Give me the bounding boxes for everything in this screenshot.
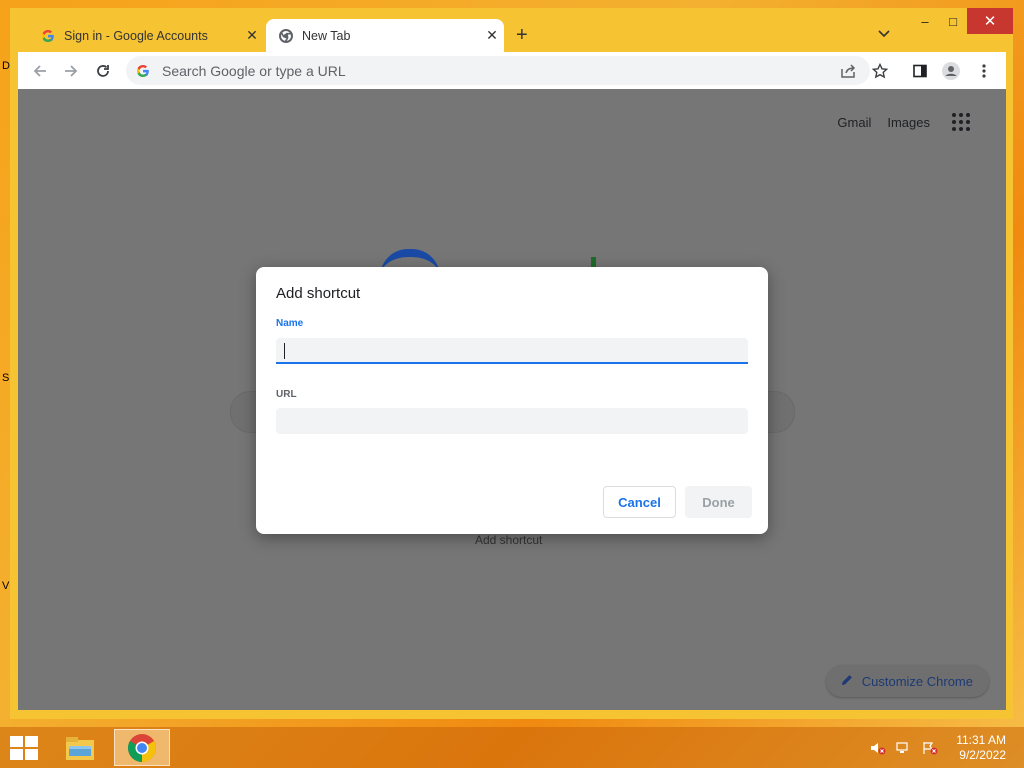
ntp-top-links: Gmail Images: [837, 113, 970, 131]
url-field-label: URL: [276, 389, 297, 400]
system-tray: [870, 741, 938, 755]
speaker-muted-icon[interactable]: [870, 741, 886, 755]
dialog-title: Add shortcut: [276, 285, 361, 302]
clock-time: 11:31 AM: [956, 733, 1006, 747]
desktop-icon-label: D: [2, 60, 10, 72]
bookmark-star-icon[interactable]: [869, 60, 891, 82]
side-panel-icon[interactable]: [909, 60, 931, 82]
taskbar: 11:31 AM 9/2/2022: [0, 727, 1024, 768]
chevron-down-icon[interactable]: [878, 27, 890, 41]
tab-new-tab[interactable]: New Tab ✕: [266, 19, 504, 52]
url-input[interactable]: [276, 408, 748, 434]
customize-chrome-label: Customize Chrome: [861, 673, 973, 689]
done-button[interactable]: Done: [685, 486, 752, 518]
google-g-icon: [136, 64, 152, 78]
add-shortcut-tile-label: Add shortcut: [475, 533, 543, 547]
profile-avatar-icon[interactable]: [940, 60, 962, 82]
close-tab-icon[interactable]: ✕: [480, 27, 504, 44]
browser-toolbar: [18, 52, 1006, 89]
network-icon[interactable]: [896, 741, 912, 755]
action-center-flag-icon[interactable]: [922, 741, 938, 755]
cancel-button[interactable]: Cancel: [603, 486, 676, 518]
omnibox[interactable]: [126, 56, 870, 85]
file-explorer-icon[interactable]: [52, 729, 108, 766]
text-caret: [284, 343, 285, 359]
window-controls: – □ ✕: [911, 8, 1013, 36]
clock-date: 9/2/2022: [959, 748, 1006, 762]
images-link[interactable]: Images: [887, 115, 930, 130]
apps-grid-icon[interactable]: [952, 113, 970, 131]
windows-start-icon[interactable]: [10, 736, 40, 760]
chrome-taskbar-icon[interactable]: [114, 729, 170, 766]
desktop-icon-label: S: [2, 372, 10, 384]
gmail-link[interactable]: Gmail: [837, 115, 871, 130]
close-window-button[interactable]: ✕: [967, 8, 1013, 34]
pencil-icon: [840, 673, 854, 690]
name-field-label: Name: [276, 318, 304, 329]
name-input[interactable]: [276, 338, 748, 364]
new-tab-button[interactable]: +: [516, 24, 528, 46]
taskbar-clock[interactable]: 11:31 AM 9/2/2022: [956, 733, 1006, 763]
tab-sign-in[interactable]: Sign in - Google Accounts ✕: [28, 19, 264, 52]
forward-arrow-icon[interactable]: [60, 60, 82, 82]
back-arrow-icon[interactable]: [29, 60, 51, 82]
search-box-edge: [764, 391, 795, 433]
kebab-menu-icon[interactable]: [973, 60, 995, 82]
desktop-icon-label: V: [2, 580, 10, 592]
maximize-button[interactable]: □: [939, 8, 967, 34]
chrome-icon: [278, 28, 294, 44]
close-tab-icon[interactable]: ✕: [240, 27, 264, 44]
reload-icon[interactable]: [92, 60, 114, 82]
tab-title: Sign in - Google Accounts: [64, 28, 208, 43]
address-bar-input[interactable]: [160, 61, 804, 80]
google-g-icon: [40, 28, 56, 44]
minimize-button[interactable]: –: [911, 8, 939, 34]
customize-chrome-button[interactable]: Customize Chrome: [825, 665, 989, 697]
add-shortcut-dialog: Add shortcut Name URL Cancel Done: [256, 267, 768, 534]
tab-title: New Tab: [302, 28, 351, 43]
share-icon[interactable]: [837, 60, 859, 82]
